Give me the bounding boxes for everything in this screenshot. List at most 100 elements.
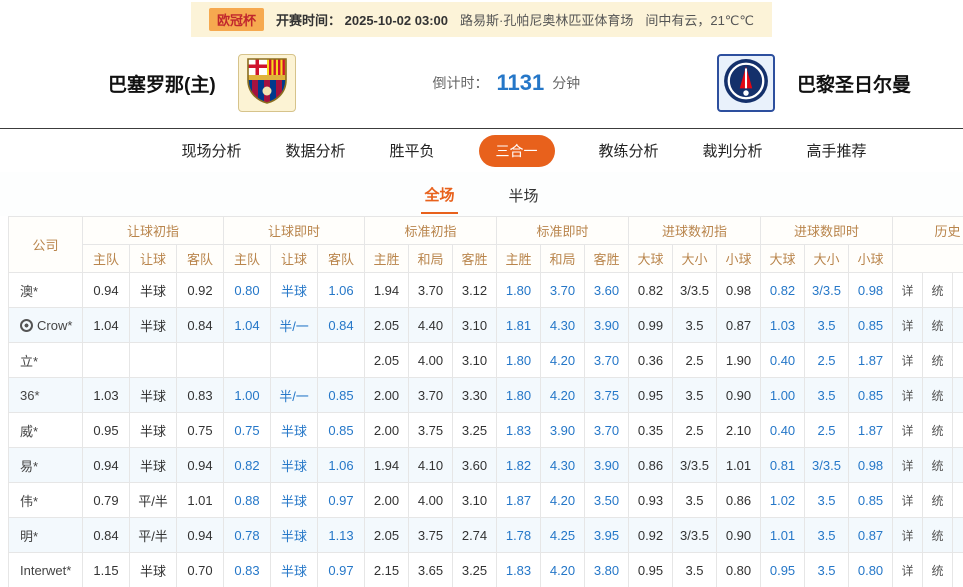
- odds-value: 0.35: [629, 413, 673, 448]
- company-cell[interactable]: 威*: [9, 413, 83, 448]
- detail-link[interactable]: 详: [902, 354, 914, 368]
- company-cell[interactable]: 明*: [9, 518, 83, 553]
- odds-value: 0.85: [849, 308, 893, 343]
- odds-value: 1.87: [849, 343, 893, 378]
- company-cell[interactable]: 36*: [9, 378, 83, 413]
- odds-value: 1.87: [497, 483, 541, 518]
- nav-item-expert-picks[interactable]: 高手推荐: [807, 140, 867, 161]
- stats-link[interactable]: 统: [932, 284, 944, 298]
- stats-link[interactable]: 统: [932, 319, 944, 333]
- odds-value: 3.12: [453, 273, 497, 308]
- odds-row: 明*0.84平/半0.940.78半球1.132.053.752.741.784…: [9, 518, 963, 553]
- odds-value: 3.5: [673, 553, 717, 587]
- odds-value: 4.20: [541, 378, 585, 413]
- main-nav: 现场分析 数据分析 胜平负 三合一 教练分析 裁判分析 高手推荐: [0, 128, 963, 172]
- odds-value: 4.00: [409, 483, 453, 518]
- odds-value: 0.84: [318, 308, 365, 343]
- odds-value: 3.90: [585, 308, 629, 343]
- detail-link[interactable]: 详: [902, 564, 914, 578]
- odds-value: 0.87: [717, 308, 761, 343]
- stats-link[interactable]: 统: [932, 459, 944, 473]
- company-cell[interactable]: 易*: [9, 448, 83, 483]
- venue-text: 路易斯·孔帕尼奥林匹亚体育场: [460, 10, 633, 29]
- match-info-inner: 欧冠杯 开赛时间： 2025-10-02 03:00 路易斯·孔帕尼奥林匹亚体育…: [191, 2, 772, 37]
- stats-link[interactable]: 统: [932, 424, 944, 438]
- odds-row: Interwet*1.15半球0.700.83半球0.972.153.653.2…: [9, 553, 963, 587]
- company-cell[interactable]: 立*: [9, 343, 83, 378]
- stats-link[interactable]: 统: [932, 354, 944, 368]
- stats-link[interactable]: 统: [932, 494, 944, 508]
- col-header: 大球: [629, 245, 673, 273]
- odds-table-body: 澳*0.94半球0.920.80半球1.061.943.703.121.803.…: [9, 273, 963, 587]
- odds-value: 4.20: [541, 553, 585, 587]
- tab-full-match[interactable]: 全场: [421, 175, 457, 214]
- nav-item-data-analysis[interactable]: 数据分析: [285, 140, 345, 161]
- detail-link[interactable]: 详: [902, 529, 914, 543]
- company-cell[interactable]: 澳*: [9, 273, 83, 308]
- action-cell: 详: [893, 553, 923, 587]
- odds-value: 3.90: [585, 448, 629, 483]
- action-cell: 详: [893, 273, 923, 308]
- detail-link[interactable]: 详: [902, 494, 914, 508]
- nav-item-coach-analysis[interactable]: 教练分析: [599, 140, 659, 161]
- detail-link[interactable]: 详: [902, 389, 914, 403]
- odds-value: 2.00: [365, 378, 409, 413]
- stats-link[interactable]: 统: [932, 529, 944, 543]
- detail-link[interactable]: 详: [902, 459, 914, 473]
- detail-link[interactable]: 详: [902, 319, 914, 333]
- odds-value: 0.95: [761, 553, 805, 587]
- odds-value: 0.98: [717, 273, 761, 308]
- table-group-header-row: 公司 让球初指 让球即时 标准初指 标准即时 进球数初指 进球数即时 历史: [9, 217, 963, 245]
- odds-value: 0.99: [629, 308, 673, 343]
- odds-value: 3.90: [541, 413, 585, 448]
- group-header-handicap-initial: 让球初指: [83, 217, 224, 245]
- odds-value: [224, 343, 271, 378]
- history-cell: [953, 518, 963, 553]
- nav-item-live-analysis[interactable]: 现场分析: [181, 140, 241, 161]
- nav-item-three-in-one[interactable]: 三合一: [479, 135, 555, 167]
- detail-link[interactable]: 详: [902, 424, 914, 438]
- nav-item-win-draw-loss[interactable]: 胜平负: [389, 140, 434, 161]
- odds-value: 0.40: [761, 413, 805, 448]
- action-cell: 统: [923, 448, 953, 483]
- col-header: 和局: [409, 245, 453, 273]
- odds-value: 2.05: [365, 518, 409, 553]
- history-cell: [953, 448, 963, 483]
- odds-value: 0.85: [318, 413, 365, 448]
- odds-value: 1.81: [497, 308, 541, 343]
- odds-value: 4.00: [409, 343, 453, 378]
- odds-table-wrap: 公司 让球初指 让球即时 标准初指 标准即时 进球数初指 进球数即时 历史 主队…: [8, 216, 963, 587]
- odds-value: 1.06: [318, 448, 365, 483]
- odds-value: 0.82: [224, 448, 271, 483]
- group-header-standard-initial: 标准初指: [365, 217, 497, 245]
- odds-row: 36*1.03半球0.831.00半/一0.852.003.703.301.80…: [9, 378, 963, 413]
- nav-item-referee-analysis[interactable]: 裁判分析: [703, 140, 763, 161]
- odds-row: 立*2.054.003.101.804.203.700.362.51.900.4…: [9, 343, 963, 378]
- detail-link[interactable]: 详: [902, 284, 914, 298]
- odds-value: 3.80: [585, 553, 629, 587]
- company-cell[interactable]: Crow*: [9, 308, 83, 343]
- company-cell[interactable]: 伟*: [9, 483, 83, 518]
- odds-value: 1.80: [497, 273, 541, 308]
- odds-table: 公司 让球初指 让球即时 标准初指 标准即时 进球数初指 进球数即时 历史 主队…: [8, 216, 963, 587]
- odds-value: 0.86: [717, 483, 761, 518]
- odds-value: 半/一: [271, 308, 318, 343]
- odds-value: 3.5: [805, 378, 849, 413]
- odds-value: 0.79: [83, 483, 130, 518]
- league-badge[interactable]: 欧冠杯: [209, 8, 264, 31]
- tab-half-match[interactable]: 半场: [506, 176, 542, 213]
- action-cell: 统: [923, 308, 953, 343]
- odds-value: 3/3.5: [805, 448, 849, 483]
- stats-link[interactable]: 统: [932, 564, 944, 578]
- stats-link[interactable]: 统: [932, 389, 944, 403]
- odds-value: 0.40: [761, 343, 805, 378]
- group-header-goals-initial: 进球数初指: [629, 217, 761, 245]
- odds-value: 0.84: [83, 518, 130, 553]
- action-cell: 统: [923, 518, 953, 553]
- odds-value: 0.88: [224, 483, 271, 518]
- company-cell[interactable]: Interwet*: [9, 553, 83, 587]
- company-name: 36*: [20, 388, 40, 403]
- col-header: 客胜: [453, 245, 497, 273]
- action-cell: 详: [893, 343, 923, 378]
- odds-value: 0.80: [717, 553, 761, 587]
